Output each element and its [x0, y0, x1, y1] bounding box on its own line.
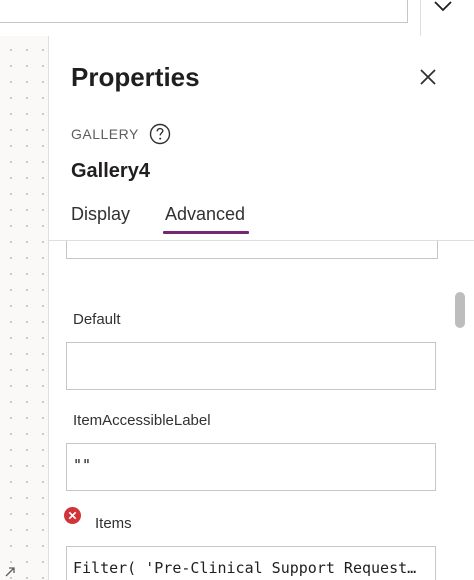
properties-panel: Properties GALLERY Gallery4 Display Adva…: [49, 36, 474, 580]
property-field-itemaccessiblelabel[interactable]: "": [66, 443, 436, 491]
resize-arrow-icon[interactable]: [4, 566, 16, 578]
properties-list: Default ItemAccessibleLabel "" Items Fil…: [49, 241, 474, 580]
top-toolbar: [0, 0, 474, 37]
close-icon[interactable]: [417, 66, 439, 88]
chevron-down-icon[interactable]: [431, 0, 455, 18]
control-name: Gallery4: [71, 160, 150, 182]
control-type-label: GALLERY: [71, 126, 139, 142]
error-circle-icon: [64, 507, 81, 524]
property-field-items[interactable]: Filter( 'Pre-Clinical Support Request…: [66, 546, 436, 580]
tab-advanced[interactable]: Advanced: [165, 204, 245, 225]
property-label-items: Items: [95, 515, 132, 532]
property-label-itemaccessiblelabel: ItemAccessibleLabel: [73, 412, 211, 429]
toolbar-divider: [420, 0, 421, 36]
property-field-partial[interactable]: [66, 241, 438, 259]
design-canvas[interactable]: [0, 36, 49, 580]
tab-display[interactable]: Display: [71, 204, 130, 225]
formula-bar-input[interactable]: [0, 0, 408, 23]
property-field-default[interactable]: [66, 342, 436, 390]
property-label-default: Default: [73, 311, 121, 328]
active-tab-indicator: [163, 231, 249, 234]
panel-title: Properties: [71, 62, 200, 92]
help-circle-icon[interactable]: [149, 123, 171, 145]
control-type-row: GALLERY: [71, 122, 171, 146]
scrollbar-thumb[interactable]: [455, 292, 465, 328]
